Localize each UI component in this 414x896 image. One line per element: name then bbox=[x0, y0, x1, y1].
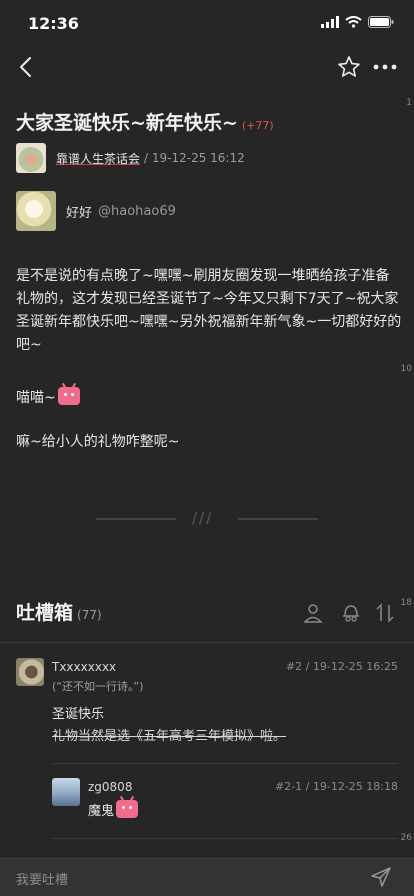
section-divider bbox=[0, 642, 414, 643]
person-icon[interactable] bbox=[302, 602, 324, 624]
tv-emoji-icon bbox=[116, 795, 139, 818]
back-icon[interactable] bbox=[14, 54, 40, 80]
post-paragraph-text: 喵喵~ bbox=[16, 390, 56, 406]
commenter-name[interactable]: zg0808 bbox=[88, 780, 132, 794]
author-handle: @haohao69 bbox=[98, 203, 176, 219]
status-bar: 12:36 bbox=[0, 0, 414, 48]
group-avatar[interactable] bbox=[16, 143, 46, 173]
page-counter: 18 bbox=[400, 598, 412, 608]
page-counter: 26 bbox=[400, 833, 412, 843]
divider-line-right bbox=[238, 518, 318, 520]
comment-text: 魔鬼 bbox=[88, 795, 139, 823]
sort-icon[interactable] bbox=[374, 602, 396, 624]
status-icons bbox=[321, 16, 394, 28]
star-icon[interactable] bbox=[336, 54, 362, 80]
nav-bar bbox=[0, 48, 414, 88]
post-paragraph: 嘛~给小人的礼物咋整呢~ bbox=[16, 434, 180, 450]
page-counter: 10 bbox=[400, 364, 412, 374]
send-icon[interactable] bbox=[370, 866, 392, 888]
author-row[interactable]: 好好 @haohao69 bbox=[16, 190, 176, 232]
post-date: / 19-12-25 16:12 bbox=[144, 151, 245, 165]
comment-divider bbox=[52, 763, 398, 764]
post-meta: 靠谱人生茶话会 / 19-12-25 16:12 bbox=[16, 142, 245, 174]
group-link[interactable]: 靠谱人生茶话会 bbox=[56, 150, 140, 167]
commenter-avatar[interactable] bbox=[16, 658, 44, 686]
comments-header: 吐槽箱 (77) bbox=[16, 598, 398, 628]
divider-mark: /// bbox=[192, 509, 214, 527]
post-title-text: 大家圣诞快乐~新年快乐~ bbox=[16, 112, 238, 134]
comment-input-bar[interactable]: 我要吐槽 bbox=[0, 858, 414, 896]
post-paragraph: 喵喵~ bbox=[16, 382, 402, 410]
commenter-signature: (“还不如一行诗。”) bbox=[52, 680, 144, 693]
comment-text-content: 魔鬼 bbox=[88, 804, 115, 819]
comment-meta: #2-1 / 19-12-25 18:18 bbox=[274, 780, 398, 793]
comments-title: 吐槽箱 bbox=[16, 602, 74, 624]
comment-reply-item[interactable]: zg0808 #2-1 / 19-12-25 18:18 魔鬼 bbox=[52, 778, 398, 828]
battery-icon bbox=[368, 16, 394, 28]
more-icon[interactable] bbox=[370, 54, 400, 80]
comment-meta: #2 / 19-12-25 16:25 bbox=[285, 660, 398, 673]
comment-divider bbox=[52, 838, 398, 839]
comments-count: (77) bbox=[77, 608, 102, 622]
comment-input[interactable]: 我要吐槽 bbox=[16, 869, 68, 888]
post-paragraph: 是不是说的有点晚了~嘿嘿~刷朋友圈发现一堆晒给孩子准备礼物的，这才发现已经圣诞节… bbox=[16, 268, 402, 353]
comment-item[interactable]: Txxxxxxxx #2 / 19-12-25 16:25 (“还不如一行诗。”… bbox=[16, 658, 398, 758]
comment-text: 圣诞快乐 bbox=[52, 707, 105, 722]
signal-icon bbox=[321, 16, 339, 28]
status-time: 12:36 bbox=[28, 14, 79, 33]
author-avatar[interactable] bbox=[16, 191, 56, 231]
comment-strike-text: 礼物当然是选《五年高考三年模拟》啦。 bbox=[52, 729, 287, 744]
author-name[interactable]: 好好 bbox=[66, 202, 92, 221]
divider-line-left bbox=[96, 518, 176, 520]
commenter-name[interactable]: Txxxxxxxx bbox=[52, 660, 116, 674]
tv-emoji-icon bbox=[57, 382, 80, 405]
hat-icon[interactable] bbox=[340, 602, 362, 624]
commenter-avatar[interactable] bbox=[52, 778, 80, 806]
page-counter: 1 bbox=[406, 98, 412, 108]
wifi-icon bbox=[345, 16, 362, 28]
reply-count-badge: (+77) bbox=[241, 119, 274, 132]
post-title: 大家圣诞快乐~新年快乐~ (+77) bbox=[16, 108, 274, 135]
